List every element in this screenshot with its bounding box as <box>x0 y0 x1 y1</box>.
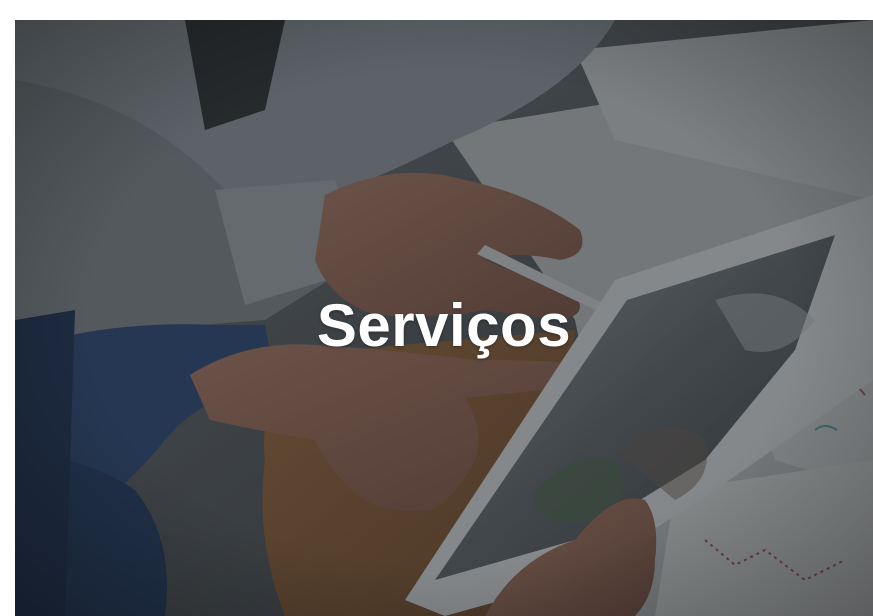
page: Serviços <box>0 0 873 616</box>
banner-title: Serviços <box>316 292 572 359</box>
services-banner-card[interactable]: Serviços <box>15 20 873 616</box>
